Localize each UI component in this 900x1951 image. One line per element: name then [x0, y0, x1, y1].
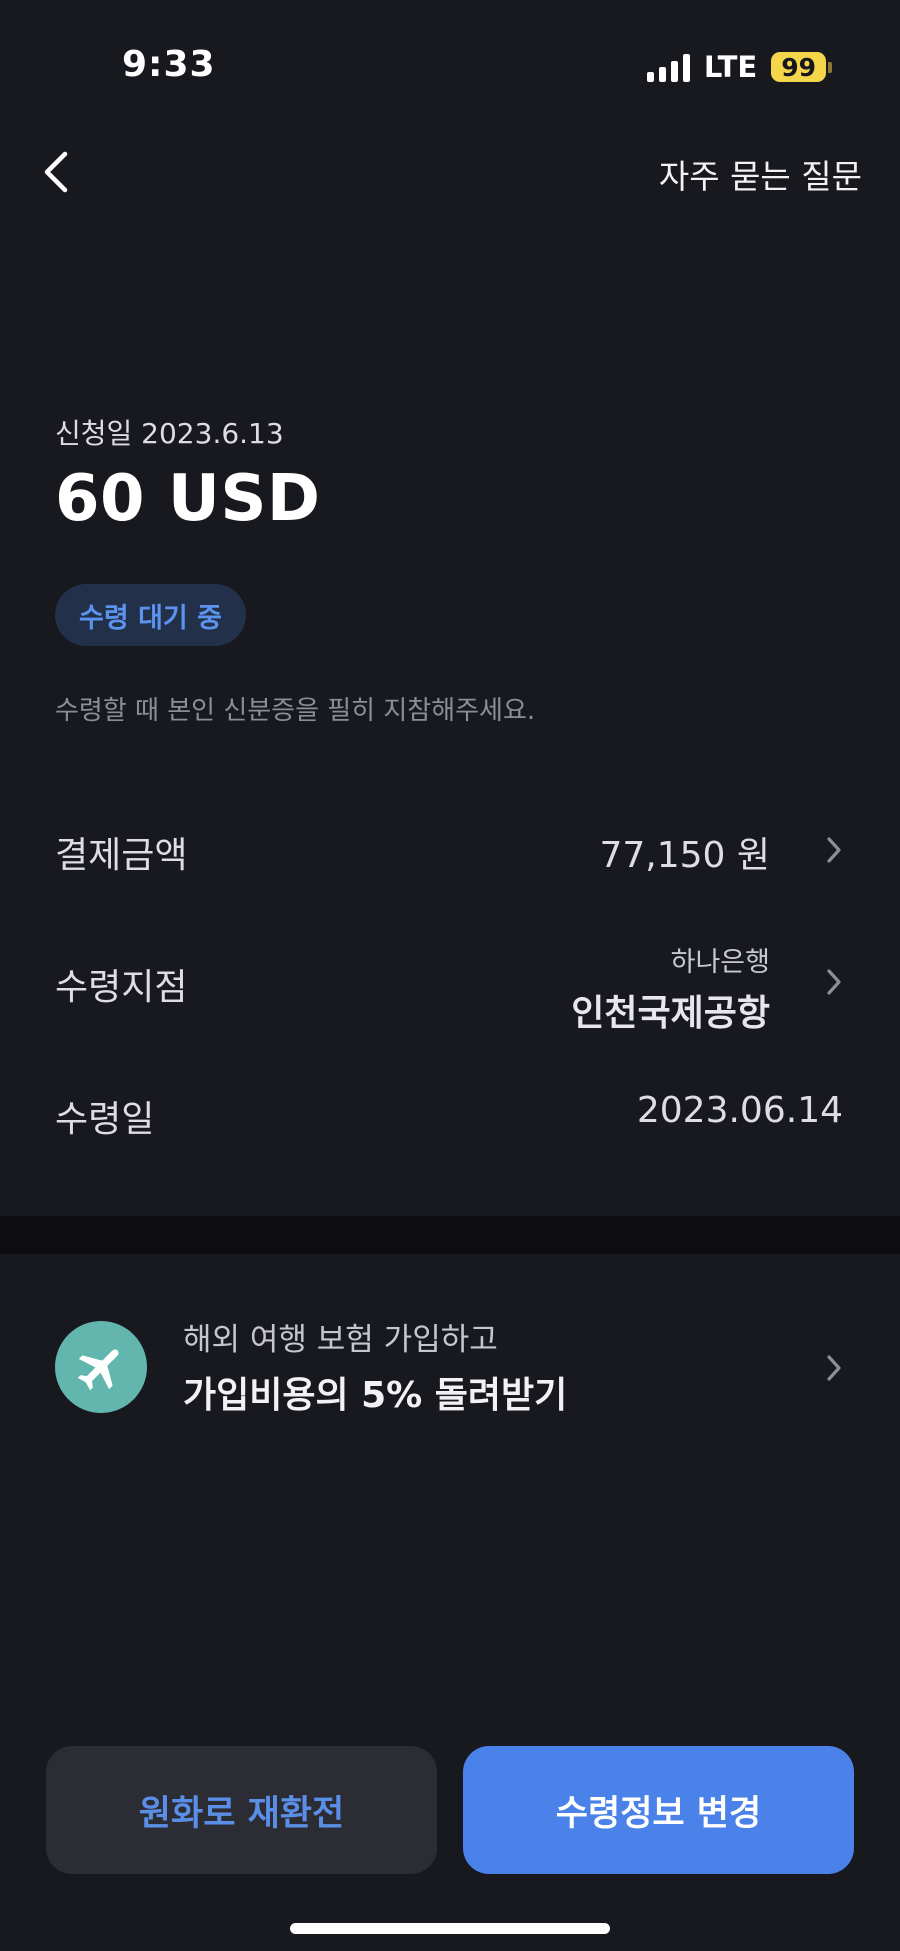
signal-icon	[646, 52, 690, 82]
branch-bank: 하나은행	[670, 947, 770, 978]
back-button[interactable]	[34, 142, 78, 202]
home-indicator[interactable]	[290, 1923, 610, 1934]
id-notice: 수령할 때 본인 신분증을 필히 지참해주세요.	[55, 696, 536, 726]
promo-subtitle: 해외 여행 보험 가입하고	[183, 1322, 498, 1358]
battery-tip	[828, 61, 832, 73]
reconvert-button[interactable]: 원화로 재환전	[46, 1746, 437, 1874]
status-indicators: LTE 99	[646, 50, 832, 84]
chevron-right-icon	[822, 1350, 846, 1386]
branch-name: 인천국제공항	[571, 993, 770, 1034]
section-divider	[0, 1216, 900, 1254]
status-time: 9:33	[122, 44, 216, 85]
payment-label: 결제금액	[55, 835, 188, 876]
pickup-date-label: 수령일	[55, 1099, 155, 1140]
exchange-detail-screen: 9:33 LTE 99 자주 묻는 질문 신청일 2023.6.13 60 US…	[0, 0, 900, 1951]
battery-icon: 99	[771, 52, 826, 82]
promo-title: 가입비용의 5% 돌려받기	[183, 1375, 568, 1416]
payment-value: 77,150 원	[599, 835, 770, 876]
network-type: LTE	[703, 50, 758, 84]
branch-label: 수령지점	[55, 967, 188, 1008]
chevron-right-icon	[822, 832, 846, 868]
faq-link[interactable]: 자주 묻는 질문	[659, 150, 862, 198]
change-pickup-info-button[interactable]: 수령정보 변경	[463, 1746, 854, 1874]
airplane-icon	[55, 1321, 147, 1413]
chevron-right-icon	[822, 964, 846, 1000]
status-badge: 수령 대기 중	[55, 584, 246, 646]
travel-insurance-promo[interactable]: 해외 여행 보험 가입하고 가입비용의 5% 돌려받기	[0, 1290, 900, 1440]
pickup-date-value: 2023.06.14	[636, 1090, 843, 1131]
chevron-left-icon	[44, 151, 68, 193]
apply-date: 신청일 2023.6.13	[55, 417, 284, 450]
exchange-amount: 60 USD	[55, 462, 321, 536]
